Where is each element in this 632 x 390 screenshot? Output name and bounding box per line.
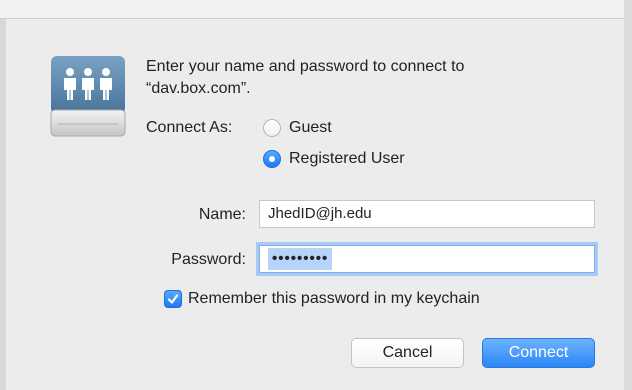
connect-as-label: Connect As: [146,119,233,136]
prompt-line-1: Enter your name and password to connect … [146,58,465,75]
connect-prompt: Enter your name and password to connect … [146,56,566,100]
shared-server-icon [50,52,126,144]
password-label: Password: [171,251,246,268]
password-value: ••••••••• [268,248,333,270]
registered-user-label[interactable]: Registered User [289,150,405,168]
name-label: Name: [198,206,246,223]
remember-label[interactable]: Remember this password in my keychain [188,290,480,308]
guest-label[interactable]: Guest [289,119,332,137]
window-right-edge [624,0,632,390]
checkmark-icon [167,294,179,304]
password-field[interactable]: ••••••••• [259,245,595,273]
connect-button[interactable]: Connect [482,338,595,368]
prompt-line-2: “dav.box.com”. [146,80,251,97]
remember-checkbox[interactable] [164,290,182,308]
cancel-button[interactable]: Cancel [351,338,464,368]
registered-user-radio[interactable] [263,150,281,168]
guest-radio[interactable] [263,119,281,137]
name-field[interactable]: JhedID@jh.edu [259,200,595,228]
window-titlebar [0,0,632,19]
window-left-edge [0,19,6,390]
